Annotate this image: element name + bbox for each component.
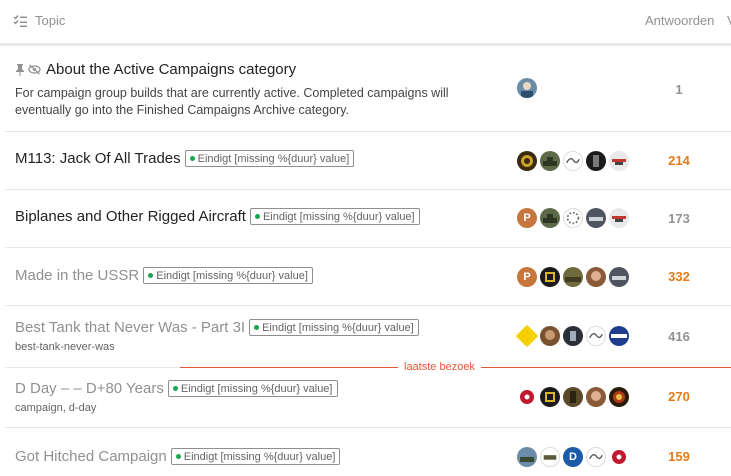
avatar[interactable] [563,208,583,228]
avatar[interactable] [563,387,583,407]
avatar[interactable] [540,447,560,467]
reply-count[interactable]: 1 [659,82,699,97]
reply-count[interactable]: 416 [659,329,699,344]
poster-avatars [517,387,632,407]
eye-slash-icon [28,64,41,75]
topic-title[interactable]: M113: Jack Of All Trades [15,150,181,167]
topic-row: Biplanes and Other Rigged Aircraft Eindi… [5,190,731,248]
topic-title[interactable]: Biplanes and Other Rigged Aircraft [15,208,246,225]
status-badge-text: Eindigt [missing %{duur} value] [156,269,308,282]
avatar[interactable] [563,326,583,346]
status-badge: Eindigt [missing %{duur} value] [167,380,338,397]
topic-row: About the Active Campaigns category For … [5,49,731,132]
status-badge: Eindigt [missing %{duur} value] [184,150,355,167]
avatar[interactable] [586,326,606,346]
topic-title[interactable]: About the Active Campaigns category [46,61,296,78]
status-dot-icon [148,273,154,278]
avatar[interactable] [540,151,560,171]
poster-avatars [515,324,632,348]
avatar[interactable] [586,267,606,287]
topic-title[interactable]: D Day – – D+80 Years [15,380,164,397]
reply-count[interactable]: 332 [659,269,699,284]
avatar[interactable] [517,78,537,98]
avatar[interactable] [609,387,629,407]
avatar[interactable] [517,151,537,171]
avatar[interactable] [540,267,560,287]
avatar[interactable] [609,326,629,346]
topic-title[interactable]: Best Tank that Never Was - Part 3I [15,319,245,336]
avatar[interactable] [609,151,629,171]
topic-tags[interactable]: campaign, d-day [15,402,96,414]
avatar[interactable] [609,447,629,467]
avatar[interactable] [563,151,583,171]
topic-column-header[interactable]: Topic [35,13,65,28]
reply-count[interactable]: 214 [659,153,699,168]
avatar[interactable] [609,208,629,228]
avatar[interactable] [540,387,560,407]
status-badge: Eindigt [missing %{duur} value] [249,319,419,336]
topic-tags[interactable]: best-tank-never-was [15,341,115,353]
pin-icon [16,63,24,76]
avatar[interactable] [540,326,560,346]
status-badge-text: Eindigt [missing %{duur} value] [183,450,336,463]
topic-row: D Day – – D+80 Years Eindigt [missing %{… [5,368,731,428]
replies-column-header[interactable]: Antwoorden [645,13,714,28]
status-badge-text: Eindigt [missing %{duur} value] [262,210,415,223]
reply-count[interactable]: 173 [659,211,699,226]
topic-row: Made in the USSR Eindigt [missing %{duur… [5,248,731,306]
status-dot-icon [254,214,260,219]
poster-avatars: D [517,447,632,467]
topic-list-header: Topic Antwoorden V [0,0,731,46]
avatar[interactable]: D [563,447,583,467]
status-badge-text: Eindigt [missing %{duur} value] [262,321,414,334]
reply-count[interactable]: 159 [659,449,699,464]
reply-count[interactable]: 270 [659,389,699,404]
views-column-header[interactable]: V [727,13,731,28]
avatar[interactable] [517,387,537,407]
status-badge: Eindigt [missing %{duur} value] [170,448,341,465]
avatar[interactable] [586,208,606,228]
topic-row: Best Tank that Never Was - Part 3I Eindi… [5,306,731,368]
avatar[interactable]: P [517,267,537,287]
topic-title[interactable]: Got Hitched Campaign [15,448,167,465]
avatar[interactable] [540,208,560,228]
status-badge: Eindigt [missing %{duur} value] [143,267,313,284]
avatar[interactable] [563,267,583,287]
avatar[interactable] [586,151,606,171]
poster-avatars: P [517,267,632,287]
status-badge-text: Eindigt [missing %{duur} value] [180,382,333,395]
status-dot-icon [172,386,178,391]
status-badge: Eindigt [missing %{duur} value] [249,208,420,225]
poster-avatars [517,78,540,98]
list-check-icon[interactable] [13,14,27,28]
topic-row: Got Hitched Campaign Eindigt [missing %{… [5,428,731,476]
topic-row: M113: Jack Of All Trades Eindigt [missin… [5,132,731,190]
topic-title[interactable]: Made in the USSR [15,267,139,284]
avatar[interactable] [609,267,629,287]
avatar[interactable]: P [517,208,537,228]
status-dot-icon [254,325,260,330]
status-badge-text: Eindigt [missing %{duur} value] [197,152,350,165]
topic-excerpt[interactable]: For campaign group builds that are curre… [15,85,485,119]
status-dot-icon [189,156,195,161]
avatar[interactable] [517,447,537,467]
poster-avatars [517,151,632,171]
avatar[interactable] [586,387,606,407]
avatar[interactable] [515,324,539,348]
poster-avatars: P [517,208,632,228]
status-dot-icon [175,454,181,459]
avatar[interactable] [586,447,606,467]
